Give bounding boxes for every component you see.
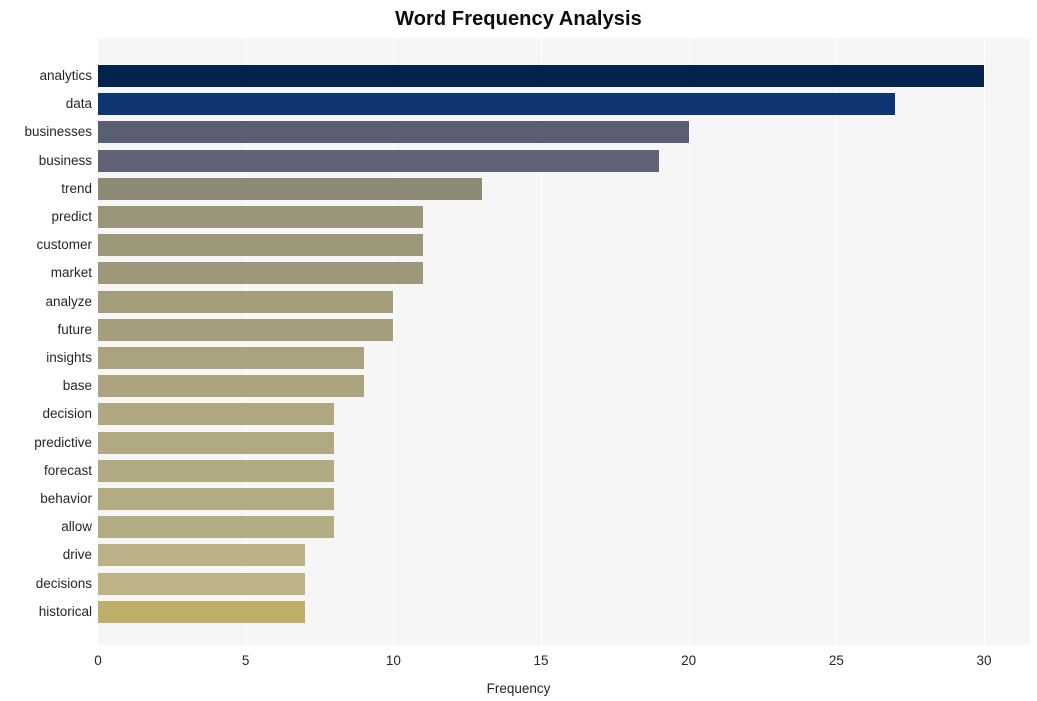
bar-row — [98, 90, 1030, 118]
y-tick-label-analytics: analytics — [39, 68, 92, 83]
bar-business — [98, 149, 660, 172]
bar-behavior — [98, 488, 335, 510]
x-tick-label-30: 30 — [976, 653, 992, 668]
bar-decision — [98, 403, 335, 426]
bar-predictive — [98, 431, 335, 454]
bar-row — [98, 570, 1030, 598]
bar-row — [98, 598, 1030, 626]
y-tick-label-drive: drive — [62, 547, 92, 563]
bar-trend — [98, 177, 482, 200]
bar-row — [98, 147, 1030, 175]
bar-row — [98, 372, 1030, 400]
y-tick-label-decisions: decisions — [35, 575, 92, 591]
bar-row — [98, 429, 1030, 457]
bar-drive — [98, 544, 305, 567]
bar-row — [98, 175, 1030, 203]
bar-row — [98, 259, 1030, 287]
bar-row — [98, 400, 1030, 428]
bar-row — [98, 541, 1030, 569]
x-tick-label-20: 20 — [681, 653, 697, 668]
bar-businesses — [98, 121, 689, 144]
y-tick-label-historical: historical — [38, 603, 92, 619]
y-tick-label-allow: allow — [61, 519, 92, 535]
y-tick-label-business: business — [38, 152, 92, 168]
bar-analytics — [98, 65, 984, 87]
bar-market — [98, 262, 423, 285]
y-tick-label-analyze: analyze — [45, 293, 92, 309]
plot-area — [98, 38, 1030, 645]
word-frequency-chart: Word Frequency Analysis analytics data bus… — [0, 0, 1037, 701]
bar-row — [98, 513, 1030, 541]
bar-historical — [98, 600, 305, 623]
y-tick-label-insights: insights — [46, 350, 92, 365]
bars-layer — [98, 38, 1030, 645]
x-tick-label-10: 10 — [385, 653, 401, 668]
x-tick-label-25: 25 — [828, 653, 844, 668]
bar-insights — [98, 347, 364, 369]
y-tick-label-predict: predict — [51, 209, 92, 224]
y-tick-label-customer: customer — [36, 237, 92, 253]
y-tick-label-businesses: businesses — [24, 124, 92, 140]
bar-row — [98, 203, 1030, 231]
chart-title: Word Frequency Analysis — [395, 8, 642, 30]
bar-predict — [98, 206, 423, 228]
bar-forecast — [98, 459, 335, 482]
y-tick-label-future: future — [57, 321, 92, 337]
bar-row — [98, 485, 1030, 513]
y-tick-label-decision: decision — [42, 406, 92, 422]
y-tick-label-trend: trend — [61, 180, 92, 196]
x-tick-label-0: 0 — [94, 653, 102, 668]
bar-row — [98, 231, 1030, 259]
x-tick-label-15: 15 — [533, 653, 549, 668]
y-tick-label-data: data — [65, 96, 92, 112]
bar-row — [98, 316, 1030, 344]
y-tick-label-predictive: predictive — [34, 434, 92, 450]
y-tick-label-behavior: behavior — [40, 491, 92, 506]
y-tick-label-base: base — [62, 378, 92, 394]
x-axis: 0 5 10 15 20 25 30 Frequency — [0, 645, 1037, 701]
bar-row — [98, 288, 1030, 316]
bar-row — [98, 62, 1030, 90]
bar-decisions — [98, 572, 305, 595]
y-tick-label-market: market — [50, 265, 92, 281]
bar-base — [98, 375, 364, 398]
x-tick-label-5: 5 — [241, 653, 250, 668]
bar-analyze — [98, 290, 394, 313]
y-axis-labels: analytics data businesses business trend pred… — [0, 38, 92, 645]
bar-allow — [98, 516, 335, 539]
x-axis-title: Frequency — [486, 681, 551, 696]
bar-row — [98, 118, 1030, 146]
bar-future — [98, 318, 394, 341]
bar-data — [98, 93, 896, 116]
y-tick-label-forecast: forecast — [43, 462, 92, 478]
bar-row — [98, 457, 1030, 485]
bar-customer — [98, 234, 423, 257]
bar-row — [98, 344, 1030, 372]
